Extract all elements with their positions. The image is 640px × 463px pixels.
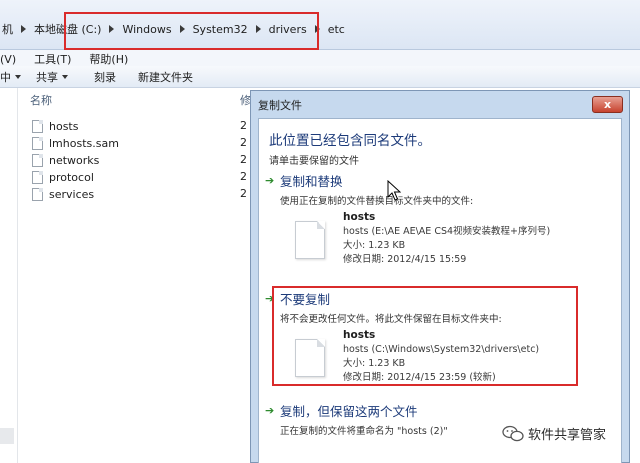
file-row-networks[interactable]: networks [32, 152, 99, 168]
chevron-right-icon[interactable] [21, 25, 26, 33]
caret-down-icon [62, 74, 68, 79]
new-folder-button[interactable]: 新建文件夹 [138, 69, 193, 85]
file-icon [32, 119, 43, 133]
file-icon [32, 170, 43, 184]
dialog-title: 复制文件 [258, 99, 302, 112]
menu-view[interactable]: (V) [0, 53, 16, 66]
file-row-hosts[interactable]: hosts [32, 118, 78, 134]
file-icon [32, 136, 43, 150]
file-date: 2 [240, 153, 247, 166]
file-row-protocol[interactable]: protocol [32, 169, 94, 185]
green-arrow-icon: ➔ [265, 174, 275, 187]
dialog-body: 此位置已经包含同名文件。 请单击要保留的文件 ➔ 复制和替换 使用正在复制的文件… [258, 118, 622, 463]
chat-bubbles-icon [502, 425, 524, 441]
file-info: hosts hosts (E:\AE AE\AE CS4视频安装教程+序列号) … [295, 211, 615, 273]
file-info-name: hosts [343, 211, 376, 223]
mouse-cursor-icon [387, 180, 401, 201]
file-info-date: 修改日期: 2012/4/15 15:59 [343, 254, 467, 265]
option-title: 复制和替换 [280, 174, 343, 189]
file-icon [32, 153, 43, 167]
caret-down-icon [15, 74, 21, 79]
file-row-services[interactable]: services [32, 186, 94, 202]
file-date: 2 [240, 170, 247, 183]
copy-file-dialog: 复制文件 x 此位置已经包含同名文件。 请单击要保留的文件 ➔ 复制和替换 使用… [250, 90, 630, 463]
file-date: 2 [240, 136, 247, 149]
share-button[interactable]: 共享 [36, 69, 94, 85]
file-icon [32, 187, 43, 201]
breadcrumb-etc[interactable]: etc [326, 23, 347, 36]
close-icon: x [603, 98, 612, 111]
close-button[interactable]: x [592, 96, 623, 113]
address-highlight-box [64, 12, 319, 50]
file-row-lmhosts[interactable]: lmhosts.sam [32, 135, 119, 151]
watermark-text: 软件共享管家 [528, 428, 607, 443]
menu-help[interactable]: 帮助(H) [89, 51, 128, 67]
breadcrumb-computer[interactable]: 机 [0, 21, 15, 37]
navigation-pane[interactable] [0, 88, 18, 463]
nav-scroll-thumb[interactable] [0, 428, 14, 444]
column-header-name[interactable]: 名称 [30, 92, 52, 108]
file-date: 2 [240, 119, 247, 132]
file-info-size: 大小: 1.23 KB [343, 240, 406, 251]
option-description: 使用正在复制的文件替换目标文件夹中的文件: [280, 196, 474, 207]
file-info-path: hosts (E:\AE AE\AE CS4视频安装教程+序列号) [343, 226, 551, 237]
file-date: 2 [240, 187, 247, 200]
command-bar: 中 共享 刻录 新建文件夹 [0, 66, 640, 88]
menu-tools[interactable]: 工具(T) [34, 51, 71, 67]
option-copy-and-replace[interactable]: ➔ 复制和替换 使用正在复制的文件替换目标文件夹中的文件: hosts host… [265, 171, 615, 273]
option-highlight-box [272, 286, 578, 386]
dialog-heading: 此位置已经包含同名文件。 [269, 133, 431, 149]
dialog-subheading: 请单击要保留的文件 [269, 156, 359, 167]
include-in-library-button[interactable]: 中 [0, 69, 36, 85]
watermark: 软件共享管家 [502, 424, 606, 443]
green-arrow-icon: ➔ [265, 404, 275, 417]
document-icon [295, 221, 325, 259]
option-title: 复制，但保留这两个文件 [280, 404, 418, 419]
burn-button[interactable]: 刻录 [94, 69, 138, 85]
